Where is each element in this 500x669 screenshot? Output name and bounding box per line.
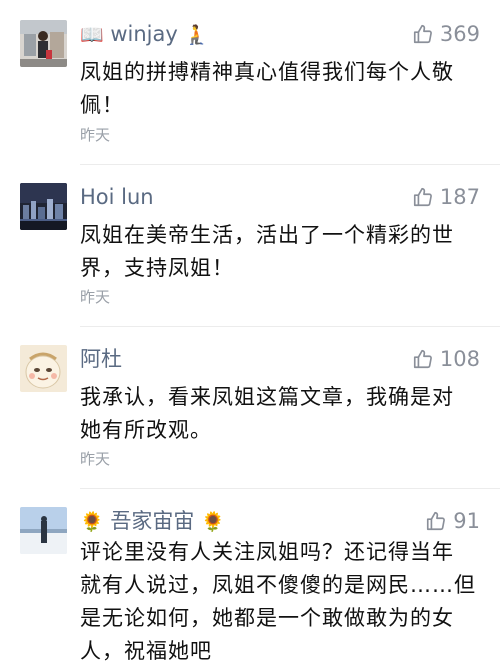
divider <box>80 326 500 327</box>
like-button[interactable]: 369 <box>412 20 480 48</box>
like-button[interactable]: 108 <box>412 345 480 373</box>
like-count: 187 <box>439 185 480 209</box>
username[interactable]: 📖 winjay 🧎 <box>80 20 208 49</box>
divider <box>80 488 500 489</box>
comment-time: 昨天 <box>80 288 111 306</box>
thumbs-up-icon <box>413 349 432 369</box>
thumbs-up-icon <box>427 511 446 531</box>
username[interactable]: 阿杜 <box>80 345 122 373</box>
avatar[interactable] <box>20 345 67 392</box>
comment-text: 评论里没有人关注凤姐吗？还记得当年 就有人说过，凤姐不傻傻的是网民……但 是无论… <box>80 540 476 663</box>
avatar[interactable] <box>20 183 67 230</box>
avatar[interactable] <box>20 20 67 67</box>
username[interactable]: 🌻 吾家宙宙 🌻 <box>80 507 225 536</box>
username[interactable]: Hoi lun <box>80 183 154 211</box>
comment-time: 昨天 <box>80 450 111 468</box>
comment-text: 我承认，看来凤姐这篇文章，我确是对 她有所改观。 <box>80 385 454 442</box>
like-count: 369 <box>439 22 480 46</box>
like-button[interactable]: 187 <box>412 183 480 211</box>
comment-text: 凤姐在美帝生活，活出了一个精彩的世 界，支持凤姐！ <box>80 223 454 280</box>
comment-text: 凤姐的拼搏精神真心值得我们每个人敬 佩！ <box>80 60 454 117</box>
like-count: 91 <box>453 509 480 533</box>
divider <box>80 164 500 165</box>
avatar[interactable] <box>20 507 67 554</box>
like-count: 108 <box>439 347 480 371</box>
thumbs-up-icon <box>413 187 432 207</box>
comment-time: 昨天 <box>80 126 111 144</box>
thumbs-up-icon <box>413 24 432 44</box>
like-button[interactable]: 91 <box>425 507 480 535</box>
